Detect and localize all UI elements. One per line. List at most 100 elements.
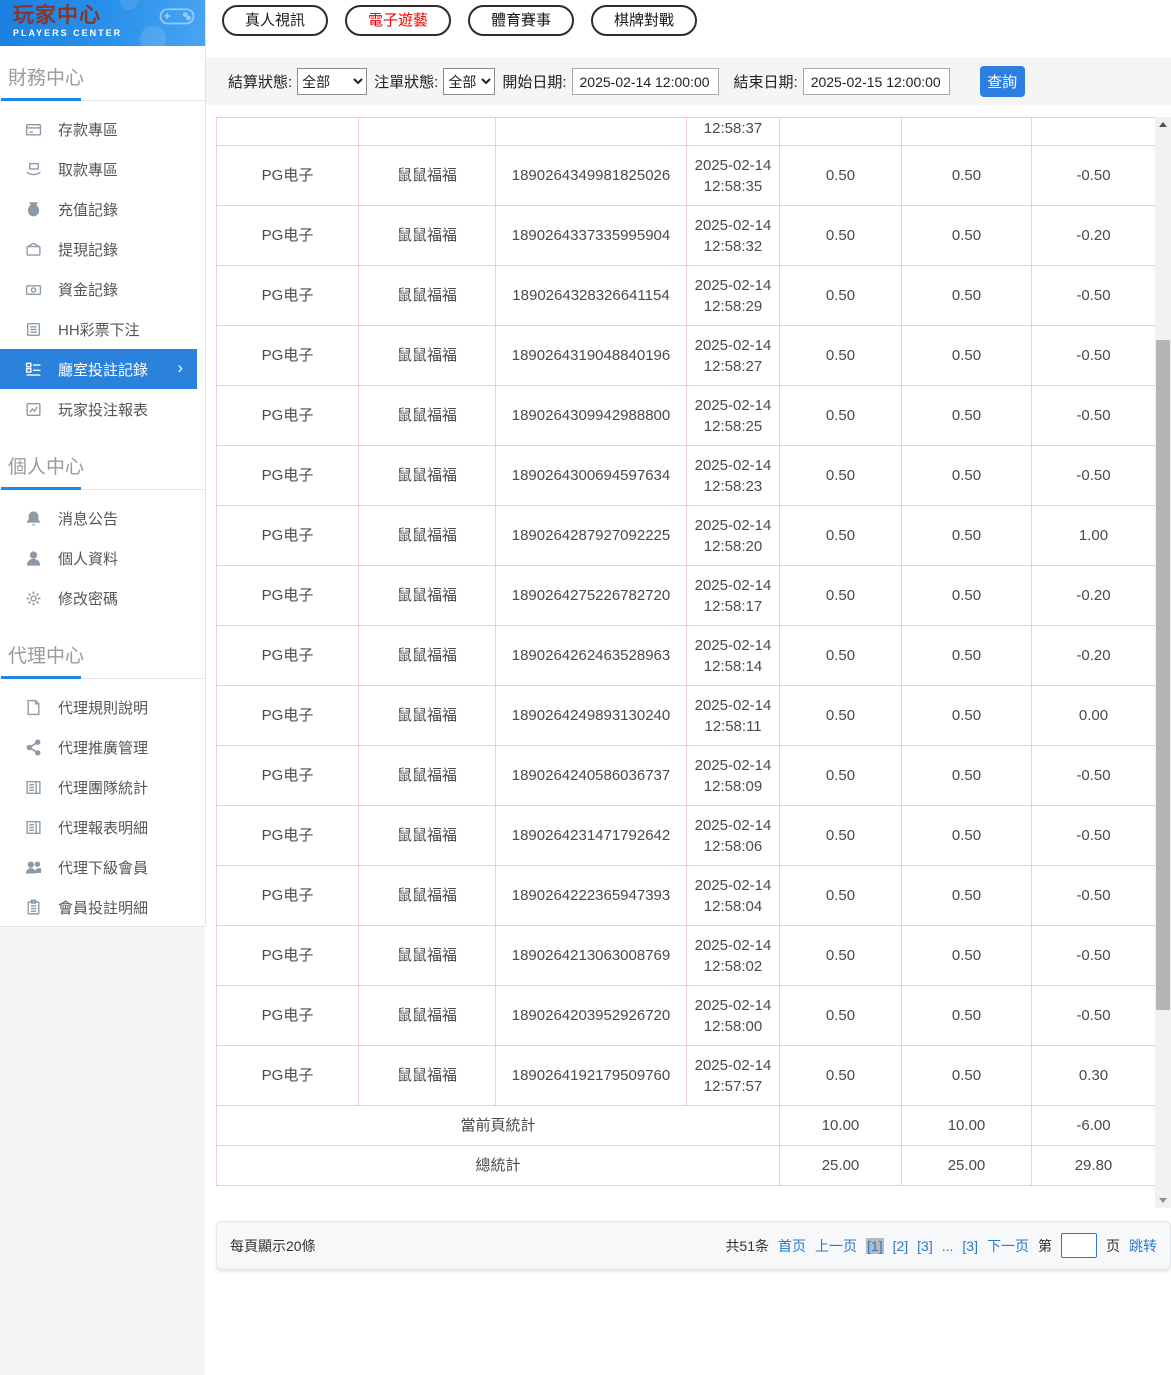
banknote-icon	[25, 281, 42, 298]
table-row: PG电子鼠鼠福福18902641921795097602025-02-1412:…	[217, 1046, 1156, 1106]
page-number-link[interactable]: [3]	[917, 1238, 933, 1254]
prev-page-link[interactable]: 上一页	[815, 1236, 857, 1256]
order-status-select[interactable]: 全部	[443, 68, 495, 95]
table-row: PG电子鼠鼠福福18902642879270922252025-02-1412:…	[217, 506, 1156, 566]
cell-bet: 0.50	[780, 386, 902, 446]
cell-order-id: 1890264203952926720	[496, 986, 687, 1046]
cell-time: 2025-02-1412:58:11	[687, 686, 780, 746]
cell-profit: -0.50	[1032, 146, 1156, 206]
scrollbar-thumb[interactable]	[1156, 340, 1170, 1010]
cell-profit: 1.00	[1032, 506, 1156, 566]
sidebar-item-充值記錄[interactable]: 充值記錄	[0, 189, 205, 229]
sidebar-item-存款專區[interactable]: 存款專區	[0, 109, 205, 149]
sidebar-item-取款專區[interactable]: 取款專區	[0, 149, 205, 189]
sidebar-item-label: 個人資料	[58, 548, 118, 569]
cell-game: 鼠鼠福福	[359, 926, 496, 986]
table-scroll-area[interactable]: 12:58:37 PG电子鼠鼠福福18902643499818250262025…	[216, 117, 1155, 1208]
sidebar-item-label: 代理團隊統計	[58, 777, 148, 798]
sidebar-item-代理團隊統計[interactable]: 代理團隊統計	[0, 767, 205, 807]
cell-game: 鼠鼠福福	[359, 986, 496, 1046]
cell-bet: 0.50	[780, 146, 902, 206]
cell-game: 鼠鼠福福	[359, 746, 496, 806]
sidebar-item-label: 廳室投註記錄	[58, 359, 148, 380]
jump-button[interactable]: 跳转	[1129, 1236, 1157, 1256]
next-page-link[interactable]: 下一页	[987, 1236, 1029, 1256]
cell-profit: -0.50	[1032, 326, 1156, 386]
bet-records-table-wrap: 12:58:37 PG电子鼠鼠福福18902643499818250262025…	[216, 117, 1171, 1208]
table-row: PG电子鼠鼠福福18902643373359959042025-02-1412:…	[217, 206, 1156, 266]
cell-time: 2025-02-1412:58:20	[687, 506, 780, 566]
sidebar-item-會員投註明細[interactable]: 會員投註明細	[0, 887, 205, 926]
app-logo: 玩家中心 PLAYERS CENTER	[0, 0, 205, 46]
sidebar-item-代理推廣管理[interactable]: 代理推廣管理	[0, 727, 205, 767]
end-date-input[interactable]	[803, 68, 950, 95]
sidebar-item-label: 取款專區	[58, 159, 118, 180]
page-number-link[interactable]: [3]	[962, 1238, 978, 1254]
cell-order-id: 1890264213063008769	[496, 926, 687, 986]
tab-sports[interactable]: 體育賽事	[468, 5, 574, 36]
cell-valid: 0.50	[902, 626, 1032, 686]
cell-provider: PG电子	[217, 926, 359, 986]
sidebar-item-HH彩票下注[interactable]: HH彩票下注	[0, 309, 205, 349]
tab-board-games[interactable]: 棋牌對戰	[591, 5, 697, 36]
sidebar-footer	[0, 926, 205, 1375]
withdraw-hand-icon	[25, 161, 42, 178]
lottery-list-icon	[25, 321, 42, 338]
scrollbar-up-arrow-icon[interactable]	[1155, 117, 1171, 132]
sidebar-item-代理下級會員[interactable]: 代理下級會員	[0, 847, 205, 887]
cell-bet: 0.50	[780, 446, 902, 506]
sidebar-item-修改密碼[interactable]: 修改密碼	[0, 578, 205, 618]
sidebar-item-label: 修改密碼	[58, 588, 118, 609]
scrollbar-down-arrow-icon[interactable]	[1155, 1193, 1171, 1208]
page-summary-label: 當前頁統計	[217, 1106, 780, 1146]
cell-game: 鼠鼠福福	[359, 866, 496, 926]
cell-order-id: 1890264287927092225	[496, 506, 687, 566]
settle-status-select[interactable]: 全部	[297, 68, 367, 95]
cell-bet: 0.50	[780, 1046, 902, 1106]
start-date-input[interactable]	[572, 68, 719, 95]
tab-electronic-games[interactable]: 電子遊藝	[345, 5, 451, 36]
page-number-link[interactable]: [1]	[866, 1238, 884, 1254]
sidebar-item-代理報表明細[interactable]: 代理報表明細	[0, 807, 205, 847]
sidebar-item-label: HH彩票下注	[58, 319, 140, 340]
jump-suffix-label: 页	[1106, 1236, 1120, 1256]
report-chart-icon	[25, 401, 42, 418]
cell-provider	[217, 118, 359, 146]
sidebar-item-玩家投注報表[interactable]: 玩家投注報表	[0, 389, 205, 429]
sidebar-item-代理規則說明[interactable]: 代理規則說明	[0, 687, 205, 727]
page-summary-valid: 10.00	[902, 1106, 1032, 1146]
cell-time: 2025-02-1412:58:29	[687, 266, 780, 326]
search-button[interactable]: 查詢	[980, 66, 1025, 97]
cell-profit: -0.20	[1032, 206, 1156, 266]
sidebar-menu: 玩家中心 PLAYERS CENTER 財務中心存款專區取款專區充值記錄提現記錄…	[0, 0, 206, 926]
total-summary-row: 總統計 25.00 25.00 29.80	[217, 1146, 1156, 1186]
sidebar-item-label: 代理報表明細	[58, 817, 148, 838]
cell-provider: PG电子	[217, 266, 359, 326]
vertical-scrollbar[interactable]	[1155, 117, 1171, 1208]
page-number-link[interactable]: [2]	[893, 1238, 909, 1254]
jump-prefix-label: 第	[1038, 1236, 1052, 1256]
tab-live-video[interactable]: 真人視訊	[222, 5, 328, 36]
cell-order-id: 1890264349981825026	[496, 146, 687, 206]
jump-page-input[interactable]	[1061, 1233, 1097, 1258]
money-bag-icon	[25, 201, 42, 218]
section-divider	[0, 98, 205, 101]
cell-valid: 0.50	[902, 806, 1032, 866]
start-date-label: 開始日期:	[502, 71, 566, 92]
first-page-link[interactable]: 首页	[778, 1236, 806, 1256]
cell-time: 12:58:37	[687, 118, 780, 146]
sidebar-item-label: 代理下級會員	[58, 857, 148, 878]
sidebar-item-消息公告[interactable]: 消息公告	[0, 498, 205, 538]
cell-bet: 0.50	[780, 566, 902, 626]
sidebar-item-廳室投註記錄[interactable]: 廳室投註記錄›	[0, 349, 197, 389]
sidebar-item-個人資料[interactable]: 個人資料	[0, 538, 205, 578]
bell-icon	[25, 510, 42, 527]
sidebar-item-資金記錄[interactable]: 資金記錄	[0, 269, 205, 309]
cell-valid: 0.50	[902, 986, 1032, 1046]
cell-valid: 0.50	[902, 266, 1032, 326]
cell-order-id: 1890264262463528963	[496, 626, 687, 686]
cell-order-id: 1890264240586036737	[496, 746, 687, 806]
sidebar-item-提現記錄[interactable]: 提現記錄	[0, 229, 205, 269]
table-row: PG电子鼠鼠福福18902642039529267202025-02-1412:…	[217, 986, 1156, 1046]
order-status-label: 注單狀態:	[374, 71, 438, 92]
